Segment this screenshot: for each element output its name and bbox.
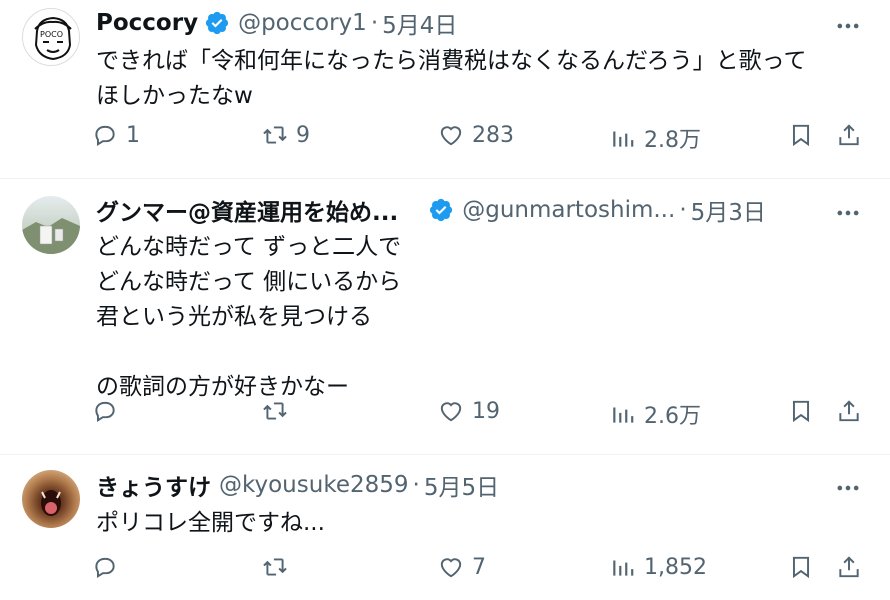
share-icon — [839, 124, 859, 146]
handle[interactable]: @poccory1 — [238, 10, 367, 36]
avatar[interactable]: POCO — [22, 8, 80, 66]
reply-button[interactable]: 1 — [92, 122, 140, 148]
bookmark-button[interactable] — [788, 398, 814, 424]
tweet[interactable]: きょうすけ @kyousuke2859 · 5月5日 ポリコレ全開ですね... … — [0, 454, 890, 600]
timestamp[interactable]: 5月4日 — [382, 6, 457, 40]
reply-count: 1 — [126, 122, 140, 148]
like-icon — [440, 126, 462, 146]
share-button[interactable] — [836, 122, 862, 148]
share-button[interactable] — [836, 398, 862, 424]
timestamp[interactable]: 5月5日 — [424, 468, 499, 502]
reply-icon — [95, 557, 115, 578]
action-bar: 7 1,852 — [92, 554, 870, 588]
avatar[interactable] — [22, 196, 80, 254]
cat-photo-icon — [41, 490, 61, 516]
like-count: 7 — [472, 554, 486, 580]
like-count: 19 — [472, 398, 500, 424]
handle[interactable]: @gunmartoshim... — [462, 197, 675, 223]
like-button[interactable]: 283 — [438, 122, 514, 148]
bookmark-button[interactable] — [788, 122, 814, 148]
tweet-text: できれば「令和何年になったら消費税はなくなるんだろう」と歌って ほしかったなw — [96, 48, 807, 109]
share-button[interactable] — [836, 554, 862, 580]
tweet-text: どんな時だって ずっと二人で どんな時だって 側にいるから 君という光が私を見つ… — [96, 234, 402, 400]
retweet-icon — [263, 402, 287, 420]
display-name[interactable]: グンマー@資産運用を始め... — [96, 193, 398, 227]
like-count: 283 — [472, 122, 514, 148]
bookmark-icon — [792, 400, 810, 423]
views-icon — [613, 407, 634, 423]
separator-dot: · — [679, 197, 687, 223]
bookmark-icon — [792, 124, 810, 147]
share-icon — [839, 400, 859, 422]
bookmark-icon — [792, 556, 810, 579]
views-button[interactable]: 2.8万 — [610, 122, 701, 154]
separator-dot: · — [412, 472, 420, 498]
views-count: 1,852 — [644, 554, 707, 580]
tweet-header: Poccory @poccory1 · 5月4日 — [96, 6, 457, 40]
landscape-photo-icon — [22, 218, 80, 254]
retweet-icon — [263, 558, 287, 576]
more-options-icon[interactable] — [834, 12, 862, 40]
views-icon — [613, 560, 634, 576]
avatar[interactable] — [22, 470, 80, 528]
action-bar: 19 2.6万 — [92, 398, 870, 432]
more-options-icon[interactable] — [834, 199, 862, 227]
like-icon — [440, 558, 462, 578]
display-name[interactable]: Poccory — [96, 10, 198, 36]
share-icon — [839, 556, 859, 578]
display-name[interactable]: きょうすけ — [96, 468, 211, 502]
tweet[interactable]: POCO Poccory @poccory1 · 5月4日 できれば「令和何年に… — [0, 0, 890, 178]
reply-button[interactable] — [92, 398, 126, 424]
like-button[interactable]: 19 — [438, 398, 500, 424]
more-options-icon[interactable] — [834, 474, 862, 502]
views-button[interactable]: 1,852 — [610, 554, 707, 580]
handle[interactable]: @kyousuke2859 — [219, 472, 409, 498]
verified-badge-icon[interactable] — [428, 197, 454, 223]
reply-icon — [95, 401, 115, 422]
views-count: 2.6万 — [644, 404, 701, 429]
timestamp[interactable]: 5月3日 — [691, 193, 766, 227]
like-button[interactable]: 7 — [438, 554, 486, 580]
verified-badge-icon[interactable] — [204, 10, 230, 36]
views-button[interactable]: 2.6万 — [610, 398, 701, 430]
tweet-header: きょうすけ @kyousuke2859 · 5月5日 — [96, 468, 499, 502]
views-count: 2.8万 — [644, 128, 701, 153]
retweet-button[interactable] — [262, 398, 296, 424]
action-bar: 1 9 283 2.8万 — [92, 122, 870, 156]
reply-button[interactable] — [92, 554, 126, 580]
tweet[interactable]: グンマー@資産運用を始め... @gunmartoshim... · 5月3日 … — [0, 178, 890, 454]
tweet-header: グンマー@資産運用を始め... @gunmartoshim... · 5月3日 — [96, 193, 766, 227]
retweet-button[interactable] — [262, 554, 296, 580]
retweet-count: 9 — [296, 122, 310, 148]
avatar-doodle-icon: POCO — [34, 16, 72, 61]
like-icon — [440, 402, 462, 422]
svg-text:POCO: POCO — [40, 30, 63, 39]
retweet-button[interactable]: 9 — [262, 122, 310, 148]
tweet-text: ポリコレ全開ですね... — [96, 510, 325, 536]
retweet-icon — [263, 126, 287, 144]
bookmark-button[interactable] — [788, 554, 814, 580]
reply-icon — [95, 125, 115, 146]
separator-dot: · — [370, 10, 379, 36]
views-icon — [613, 131, 634, 147]
